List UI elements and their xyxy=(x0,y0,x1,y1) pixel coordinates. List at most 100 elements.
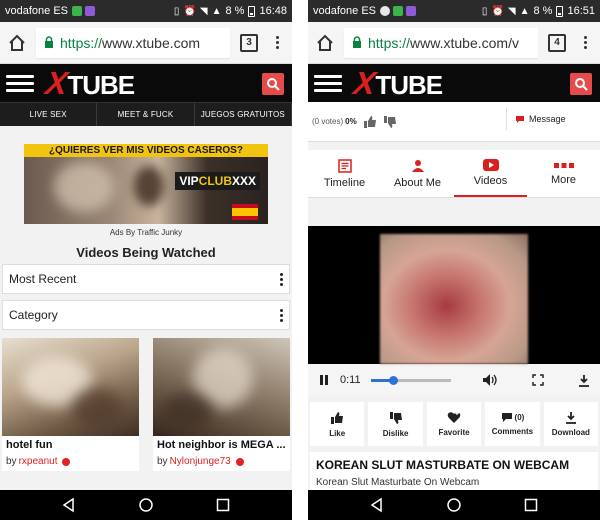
battery-percent: 8 % xyxy=(225,5,245,17)
ads-by-label[interactable]: Ads By Traffic Junky xyxy=(0,228,292,237)
download-icon xyxy=(565,412,576,424)
timeline-icon xyxy=(337,158,352,173)
video-info: KOREAN SLUT MASTURBATE ON WEBCAM Korean … xyxy=(310,452,598,492)
battery-icon xyxy=(556,5,564,17)
video-title[interactable]: Hot neighbor is MEGA ... xyxy=(153,436,290,456)
url-field[interactable]: https:// www.xtube.com xyxy=(36,27,230,58)
message-icon xyxy=(516,115,524,123)
url-host: www.xtube.com xyxy=(102,34,201,51)
hamburger-icon[interactable] xyxy=(314,74,342,92)
notification-icon xyxy=(406,6,416,16)
section-title: Videos Being Watched xyxy=(76,245,216,260)
chrome-icon xyxy=(380,6,390,16)
video-title: KOREAN SLUT MASTURBATE ON WEBCAM xyxy=(316,458,570,472)
alarm-icon: ⏰ xyxy=(183,5,196,17)
video-actions: Like Dislike Favorite (0) Comments Downl… xyxy=(308,396,600,446)
ad-headline: ¿QUIERES VER MIS VIDEOS CASEROS? xyxy=(24,144,268,157)
signal-icon: ▲ xyxy=(519,5,530,17)
overflow-menu-icon[interactable] xyxy=(576,36,594,49)
back-icon[interactable] xyxy=(61,497,77,513)
carrier-name: vodafone ES xyxy=(5,5,68,17)
recents-icon[interactable] xyxy=(523,497,539,513)
favorite-heart-icon xyxy=(447,411,461,423)
comments-count: (0) xyxy=(514,413,525,422)
verified-icon xyxy=(62,457,71,466)
kebab-icon xyxy=(280,272,283,286)
kebab-icon xyxy=(280,308,283,322)
votes-row: (0 votes) 0% Message xyxy=(308,102,600,142)
seek-bar[interactable] xyxy=(370,375,451,385)
tab-timeline[interactable]: Timeline xyxy=(308,150,381,197)
lock-icon xyxy=(352,35,362,51)
sort-dropdown[interactable]: Most Recent xyxy=(2,264,290,294)
home-icon[interactable] xyxy=(314,32,336,54)
ad-badge: VIPCLUBXXX xyxy=(175,172,260,190)
video-grid: hotel fun by rxpeanut Hot neighbor is ME… xyxy=(2,338,290,471)
download-icon[interactable] xyxy=(578,374,590,387)
person-icon xyxy=(411,159,424,172)
video-thumbnail[interactable] xyxy=(153,338,290,436)
youtube-play-icon xyxy=(482,158,499,171)
video-player[interactable] xyxy=(308,226,600,364)
hamburger-icon[interactable] xyxy=(6,74,34,92)
status-bar: vodafone ES ▯ ⏰ ◥ ▲ 8 % 16:48 xyxy=(0,0,292,22)
fullscreen-icon[interactable] xyxy=(532,374,544,386)
carrier-name: vodafone ES xyxy=(313,5,376,17)
like-button[interactable]: Like xyxy=(310,402,365,446)
nav-live-sex[interactable]: LIVE SEX xyxy=(0,103,98,126)
video-thumbnail[interactable] xyxy=(2,338,139,436)
browser-toolbar: https:// www.xtube.com 3 xyxy=(0,22,292,64)
url-field[interactable]: https:// www.xtube.com/v xyxy=(344,27,538,58)
tabs-icon[interactable]: 4 xyxy=(548,33,566,52)
download-button[interactable]: Download xyxy=(543,402,599,446)
category-label: Category xyxy=(9,308,58,322)
back-icon[interactable] xyxy=(369,497,385,513)
message-button[interactable]: Message xyxy=(506,108,600,130)
author-link[interactable]: Nylonjunge73 xyxy=(170,456,231,467)
home-icon[interactable] xyxy=(6,32,28,54)
dislike-button[interactable]: Dislike xyxy=(368,402,423,446)
video-author: by rxpeanut xyxy=(2,456,139,471)
author-link[interactable]: rxpeanut xyxy=(19,456,58,467)
tab-about-me[interactable]: About Me xyxy=(381,150,454,197)
search-icon[interactable] xyxy=(262,73,284,95)
video-title[interactable]: hotel fun xyxy=(2,436,139,456)
url-host: www.xtube.com/v xyxy=(410,34,519,51)
votes-count: (0 votes) xyxy=(312,117,344,126)
home-circle-icon[interactable] xyxy=(138,497,154,513)
status-bar: vodafone ES ▯ ⏰ ◥ ▲ 8 % 16:51 xyxy=(308,0,600,22)
favorite-button[interactable]: Favorite xyxy=(426,402,482,446)
recents-icon[interactable] xyxy=(215,497,231,513)
search-icon[interactable] xyxy=(570,73,592,95)
nav-meet[interactable]: MEET & FUCK xyxy=(97,103,195,126)
tab-videos[interactable]: Videos xyxy=(454,150,527,197)
volume-icon[interactable] xyxy=(482,373,498,387)
nav-games[interactable]: JUEGOS GRATUITOS xyxy=(195,103,292,126)
votes-percent: 0% xyxy=(345,117,357,126)
category-dropdown[interactable]: Category xyxy=(2,300,290,330)
player-controls: 0:11 xyxy=(308,364,600,396)
overflow-menu-icon[interactable] xyxy=(268,36,286,49)
site-logo[interactable]: X TUBE xyxy=(351,65,443,101)
seek-handle[interactable] xyxy=(388,375,398,385)
android-nav-bar xyxy=(308,490,600,520)
comments-button[interactable]: (0) Comments xyxy=(485,402,540,446)
profile-tabs: Timeline About Me Videos More xyxy=(308,150,600,198)
notification-icon xyxy=(393,6,403,16)
site-logo[interactable]: X TUBE xyxy=(43,65,135,101)
video-card[interactable]: Hot neighbor is MEGA ... by Nylonjunge73 xyxy=(153,338,290,471)
thumbs-up-icon[interactable] xyxy=(363,115,377,129)
site-nav: LIVE SEX MEET & FUCK JUEGOS GRATUITOS xyxy=(0,102,292,126)
ad-banner[interactable]: ¿QUIERES VER MIS VIDEOS CASEROS? VIPCLUB… xyxy=(24,144,268,224)
home-circle-icon[interactable] xyxy=(446,497,462,513)
video-frame[interactable] xyxy=(380,234,528,364)
thumbs-down-icon[interactable] xyxy=(383,115,397,129)
verified-icon xyxy=(235,457,244,466)
vibrate-icon: ▯ xyxy=(481,5,488,17)
pause-icon[interactable] xyxy=(318,374,330,386)
comments-icon xyxy=(501,413,512,422)
video-card[interactable]: hotel fun by rxpeanut xyxy=(2,338,139,471)
alarm-icon: ⏰ xyxy=(491,5,504,17)
tab-more[interactable]: More xyxy=(527,150,600,197)
tabs-icon[interactable]: 3 xyxy=(240,33,258,52)
